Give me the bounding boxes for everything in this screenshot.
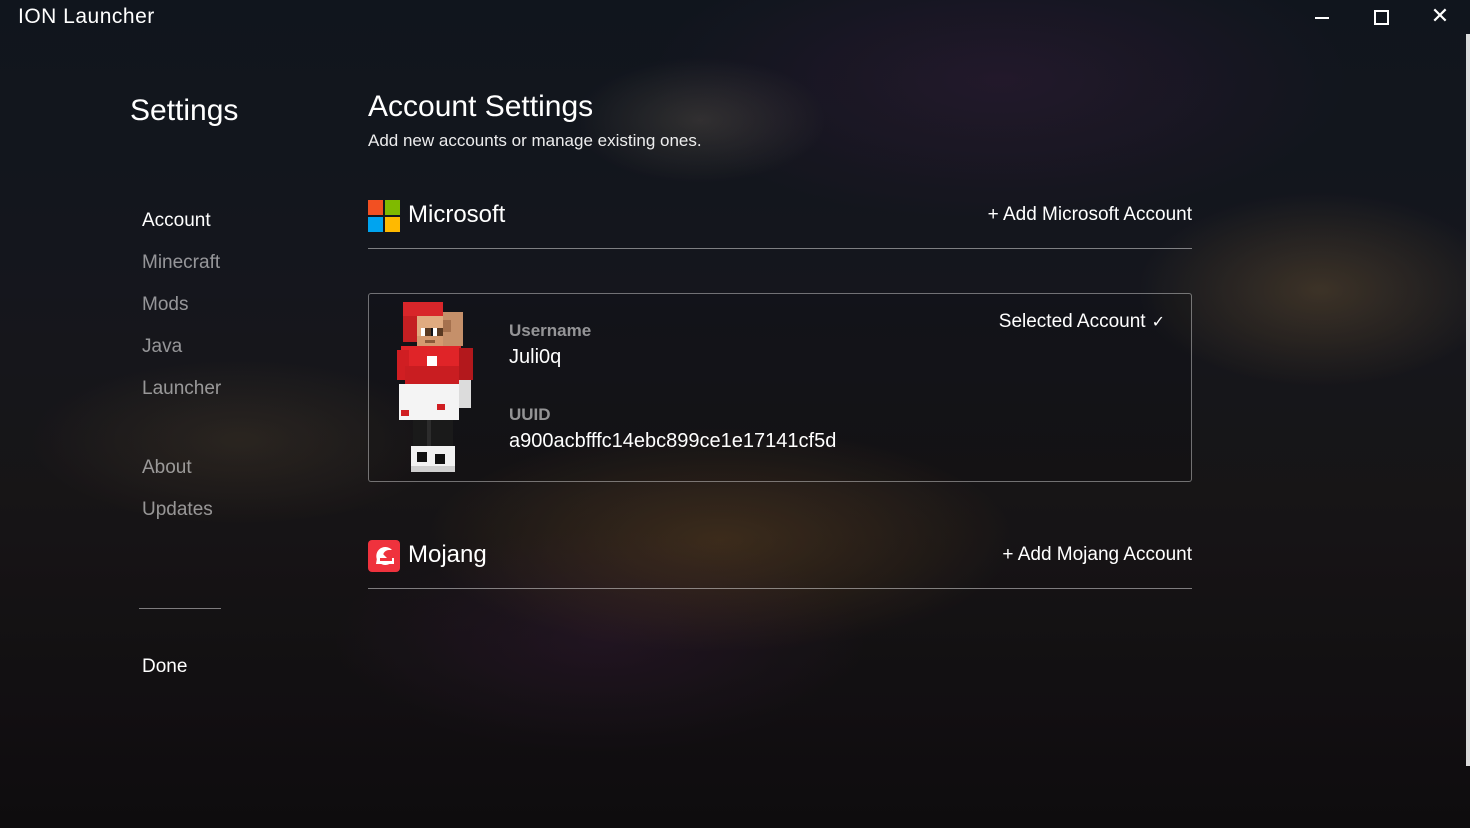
username-label: Username (509, 321, 592, 340)
close-button[interactable]: ✕ (1420, 4, 1460, 30)
account-card[interactable]: Username Juli0q UUID a900acbfffc14ebc899… (368, 293, 1192, 482)
microsoft-section-title: Microsoft (408, 201, 506, 228)
content: Settings Account Minecraft Mods Java Lau… (0, 0, 1470, 828)
scrollbar[interactable] (1466, 34, 1470, 766)
uuid-value: a900acbfffc14ebc899ce1e17141cf5d (509, 430, 837, 452)
uuid-label: UUID (509, 405, 551, 424)
launcher-window: ION Launcher ✕ Settings Account Minecraf… (0, 0, 1470, 828)
done-button[interactable]: Done (142, 656, 187, 678)
add-mojang-account-button[interactable]: + Add Mojang Account (1002, 544, 1192, 566)
sidebar-item-account[interactable]: Account (142, 210, 211, 232)
close-icon: ✕ (1430, 4, 1450, 29)
selected-account-label: Selected Account (998, 311, 1146, 332)
sidebar-item-launcher[interactable]: Launcher (142, 378, 221, 400)
sidebar-item-minecraft[interactable]: Minecraft (142, 252, 220, 274)
maximize-icon (1373, 9, 1389, 25)
title-bar: ION Launcher ✕ (0, 0, 1470, 34)
mojang-section-title: Mojang (408, 541, 487, 568)
page-subtitle: Add new accounts or manage existing ones… (368, 131, 702, 150)
microsoft-section-header: Microsoft + Add Microsoft Account (368, 194, 1192, 249)
microsoft-logo-icon (368, 200, 400, 232)
sidebar-title: Settings (130, 94, 239, 127)
sidebar-item-about[interactable]: About (142, 457, 192, 479)
app-title: ION Launcher (18, 5, 155, 28)
sidebar-item-java[interactable]: Java (142, 336, 182, 358)
maximize-button[interactable] (1361, 4, 1401, 30)
sidebar-item-mods[interactable]: Mods (142, 294, 188, 316)
sidebar-divider (139, 608, 221, 609)
mojang-logo-icon (368, 540, 400, 572)
selected-account-indicator: Selected Account ✓ (999, 311, 1165, 333)
page-title: Account Settings (368, 90, 594, 123)
minimize-button[interactable] (1302, 4, 1342, 30)
add-microsoft-account-button[interactable]: + Add Microsoft Account (988, 204, 1192, 226)
minimize-icon (1315, 17, 1329, 19)
checkmark-icon: ✓ (1151, 312, 1165, 331)
mojang-section-header: Mojang + Add Mojang Account (368, 534, 1192, 589)
sidebar-item-updates[interactable]: Updates (142, 499, 213, 521)
player-skin-icon (397, 302, 473, 472)
username-value: Juli0q (509, 346, 562, 368)
